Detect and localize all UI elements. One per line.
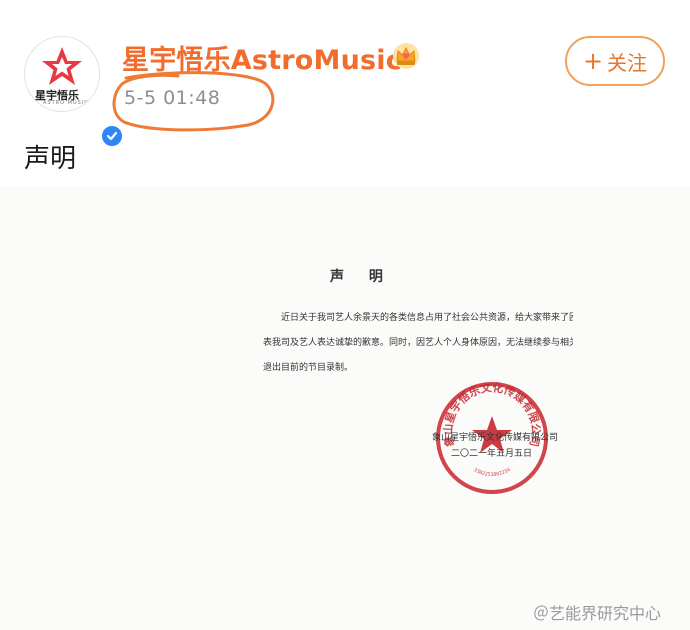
watermark: ＠艺能界研究中心	[533, 604, 662, 623]
post-text: 声明	[24, 144, 77, 174]
weibo-post: 星宇悟乐 ASTRO MUSIC 星宇悟乐AstroMusic 5-5 01:4…	[0, 0, 690, 630]
document-date: 二〇二一年五月五日	[451, 449, 533, 459]
statement-image[interactable]: 声 明 近日关于我司艺人余景天的各类信息占用了社会公共资源，给大家带来了困扰，在…	[0, 186, 690, 630]
star-logo-icon	[42, 47, 82, 85]
plus-icon: +	[582, 47, 604, 75]
seal-number: 3302251002234	[472, 467, 511, 478]
avatar[interactable]: 星宇悟乐 ASTRO MUSIC	[24, 36, 124, 148]
verified-icon	[100, 124, 124, 148]
account-name[interactable]: 星宇悟乐AstroMusic	[122, 38, 402, 77]
avatar-circle[interactable]: 星宇悟乐 ASTRO MUSIC	[24, 36, 100, 112]
document-body: 近日关于我司艺人余景天的各类信息占用了社会公共资源，给大家带来了困扰，在此代 表…	[263, 306, 573, 381]
svg-text:3302251002234: 3302251002234	[472, 467, 511, 478]
crown-icon[interactable]	[391, 41, 421, 71]
document-line: 表我司及艺人表达诚挚的歉意。同时，因艺人个人身体原因，无法继续参与相关工作，决定	[263, 338, 573, 348]
avatar-sublabel: ASTRO MUSIC	[43, 100, 89, 106]
document-line: 近日关于我司艺人余景天的各类信息占用了社会公共资源，给大家带来了困扰，在此代	[281, 313, 573, 323]
document-title: 声 明	[330, 269, 393, 285]
follow-label: 关注	[607, 50, 648, 75]
follow-button[interactable]: + 关注	[565, 36, 665, 86]
document-company: 象山星宇悟乐文化传媒有限公司	[432, 433, 559, 443]
post-timestamp: 5-5 01:48	[124, 87, 221, 109]
